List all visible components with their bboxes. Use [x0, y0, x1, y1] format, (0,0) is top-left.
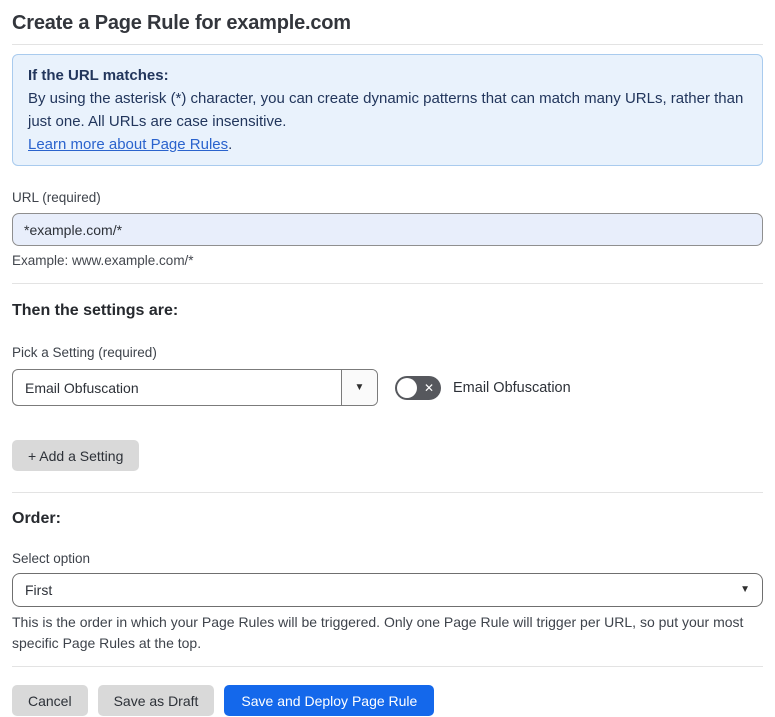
info-box-heading: If the URL matches:	[28, 67, 169, 84]
divider	[12, 492, 763, 493]
chevron-down-icon: ▼	[740, 584, 750, 595]
info-box-link-line: Learn more about Page Rules.	[28, 133, 747, 156]
save-and-deploy-button[interactable]: Save and Deploy Page Rule	[224, 685, 435, 716]
page-title: Create a Page Rule for example.com	[12, 12, 351, 34]
footer-actions: Cancel Save as Draft Save and Deploy Pag…	[12, 685, 763, 716]
email-obfuscation-toggle[interactable]: ✕	[395, 375, 441, 400]
divider	[12, 283, 763, 284]
toggle-label: Email Obfuscation	[453, 379, 571, 396]
save-as-draft-button[interactable]: Save as Draft	[97, 685, 215, 716]
order-select-label: Select option	[12, 551, 91, 566]
info-box-body: By using the asterisk (*) character, you…	[28, 90, 744, 130]
settings-section-heading: Then the settings are:	[12, 302, 179, 319]
toggle-knob	[397, 377, 417, 398]
url-match-info-box: If the URL matches: By using the asteris…	[12, 54, 763, 166]
pick-setting-label: Pick a Setting (required)	[12, 345, 157, 360]
cancel-button[interactable]: Cancel	[12, 685, 88, 716]
order-section-heading: Order:	[12, 510, 61, 527]
divider	[12, 44, 763, 45]
setting-select[interactable]: Email Obfuscation ▼	[12, 369, 378, 406]
page-rule-form: Create a Page Rule for example.com If th…	[0, 0, 775, 716]
order-help-text: This is the order in which your Page Rul…	[12, 614, 744, 651]
toggle-off-x-icon: ✕	[423, 380, 434, 395]
url-example-text: Example: www.example.com/*	[12, 253, 194, 268]
link-suffix: .	[228, 136, 233, 153]
learn-more-link[interactable]: Learn more about Page Rules	[28, 136, 228, 153]
order-select[interactable]: First ▼	[12, 573, 763, 607]
add-setting-button[interactable]: + Add a Setting	[12, 440, 140, 471]
chevron-down-icon: ▼	[354, 381, 365, 393]
divider	[12, 666, 763, 667]
email-obfuscation-toggle-group: ✕ Email Obfuscation	[395, 375, 571, 400]
url-field-label: URL (required)	[12, 190, 101, 205]
setting-row: Email Obfuscation ▼ ✕ Email Obfuscation	[12, 369, 763, 406]
url-input[interactable]	[12, 213, 763, 246]
setting-select-arrow-button[interactable]: ▼	[341, 370, 377, 405]
order-select-value: First	[25, 582, 53, 598]
setting-select-value: Email Obfuscation	[25, 379, 139, 396]
